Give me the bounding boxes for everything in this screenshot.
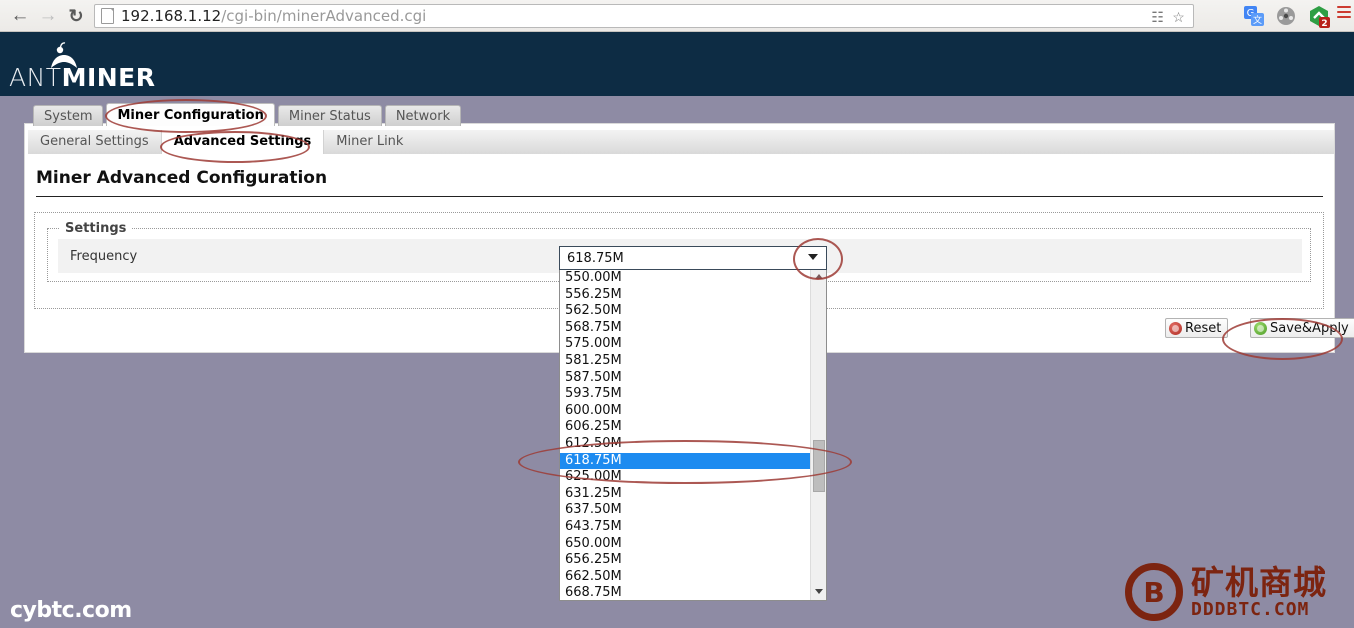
tab-miner-link[interactable]: Miner Link — [324, 130, 415, 154]
frequency-option[interactable]: 556.25M — [560, 287, 810, 304]
translate-page-icon[interactable]: ☷ — [1149, 9, 1166, 26]
frequency-option-items: 550.00M 556.25M 562.50M 568.75M 575.00M 581.2… — [560, 270, 810, 600]
frequency-option[interactable]: 612.50M — [560, 436, 810, 453]
green-hexagon-extension-icon[interactable]: 2 — [1307, 5, 1330, 29]
back-arrow-icon[interactable]: ← — [8, 4, 32, 28]
save-apply-button[interactable]: Save&Apply — [1250, 318, 1354, 338]
frequency-option[interactable]: 618.75M — [560, 452, 810, 470]
tab-miner-status[interactable]: Miner Status — [277, 105, 382, 126]
frequency-select[interactable]: 618.75M — [559, 246, 827, 270]
frequency-option[interactable]: 568.75M — [560, 320, 810, 337]
page-document-icon — [101, 8, 114, 24]
url-host: 192.168.1.12 — [121, 7, 222, 25]
frequency-option-list[interactable]: 550.00M 556.25M 562.50M 568.75M 575.00M 581.2… — [559, 269, 827, 601]
film-reel-extension-icon[interactable] — [1275, 5, 1297, 27]
frequency-list-scrollbar[interactable] — [810, 270, 826, 600]
frequency-option[interactable]: 606.25M — [560, 419, 810, 436]
frequency-option[interactable]: 656.25M — [560, 552, 810, 569]
watermark-bottom-left: cybtc.com — [10, 598, 132, 623]
frequency-option[interactable]: 562.50M — [560, 303, 810, 320]
frequency-option[interactable]: 637.50M — [560, 502, 810, 519]
hamburger-menu-icon[interactable] — [1337, 6, 1351, 18]
url-path: /cgi-bin/minerAdvanced.cgi — [221, 7, 427, 25]
brand-miner: MINER — [61, 63, 156, 92]
tab-network[interactable]: Network — [384, 105, 462, 126]
scroll-up-arrow-icon[interactable] — [815, 274, 823, 279]
google-translate-extension-icon[interactable]: G 文 — [1243, 5, 1265, 27]
title-divider — [36, 196, 1323, 197]
frequency-option[interactable]: 600.00M — [560, 403, 810, 420]
frequency-option[interactable]: 581.25M — [560, 353, 810, 370]
watermark-glyph: B — [1143, 575, 1165, 609]
tab-system[interactable]: System — [33, 105, 104, 126]
watermark-bottom-right: B 矿机商城 DDDBTC.COM — [1125, 560, 1349, 624]
site-header: ANTMINER — [0, 32, 1354, 96]
bookmark-star-icon[interactable]: ☆ — [1170, 9, 1187, 26]
address-bar[interactable]: 192.168.1.12/cgi-bin/minerAdvanced.cgi ☷… — [94, 4, 1194, 28]
scroll-down-arrow-icon[interactable] — [815, 589, 823, 594]
frequency-option[interactable]: 662.50M — [560, 569, 810, 586]
watermark-chinese-text: 矿机商城 — [1191, 562, 1327, 602]
frequency-select-value: 618.75M — [567, 250, 624, 266]
green-check-icon — [1254, 321, 1267, 335]
brand-ant: ANT — [9, 63, 62, 92]
reset-button-label: Reset — [1185, 320, 1222, 336]
reset-button[interactable]: Reset — [1165, 318, 1229, 338]
svg-text:2: 2 — [1321, 19, 1327, 29]
red-cancel-icon — [1169, 321, 1182, 335]
tab-general-settings[interactable]: General Settings — [28, 130, 161, 154]
frequency-option[interactable]: 550.00M — [560, 270, 810, 287]
antminer-logo: ANTMINER — [9, 42, 279, 94]
primary-tab-bar: System Miner Configuration Miner Status … — [33, 103, 464, 126]
frequency-option[interactable]: 575.00M — [560, 336, 810, 353]
frequency-option[interactable]: 668.75M — [560, 585, 810, 600]
antminer-wordmark: ANTMINER — [9, 63, 156, 92]
frequency-label: Frequency — [70, 248, 138, 264]
chevron-down-icon[interactable] — [808, 254, 818, 260]
frequency-option[interactable]: 593.75M — [560, 386, 810, 403]
url-text: 192.168.1.12/cgi-bin/minerAdvanced.cgi — [121, 7, 426, 25]
frequency-option[interactable]: 587.50M — [560, 370, 810, 387]
tab-advanced-settings[interactable]: Advanced Settings — [160, 130, 325, 154]
bitcoin-circle-icon: B — [1125, 563, 1183, 621]
forward-arrow-icon[interactable]: → — [36, 4, 60, 28]
settings-legend: Settings — [60, 221, 132, 236]
reload-icon[interactable]: ↻ — [64, 4, 88, 28]
frequency-option[interactable]: 625.00M — [560, 469, 810, 486]
save-apply-button-label: Save&Apply — [1270, 320, 1349, 336]
tab-miner-configuration[interactable]: Miner Configuration — [106, 103, 275, 126]
browser-toolbar: ← → ↻ 192.168.1.12/cgi-bin/minerAdvanced… — [0, 0, 1354, 32]
svg-text:文: 文 — [1253, 14, 1262, 26]
secondary-tab-bar: General Settings Advanced Settings Miner… — [28, 130, 1334, 154]
scrollbar-thumb[interactable] — [813, 440, 825, 492]
frequency-option[interactable]: 631.25M — [560, 486, 810, 503]
page-title: Miner Advanced Configuration — [36, 168, 328, 188]
frequency-option[interactable]: 650.00M — [560, 536, 810, 553]
frequency-option[interactable]: 643.75M — [560, 519, 810, 536]
watermark-domain-text: DDDBTC.COM — [1191, 598, 1310, 620]
